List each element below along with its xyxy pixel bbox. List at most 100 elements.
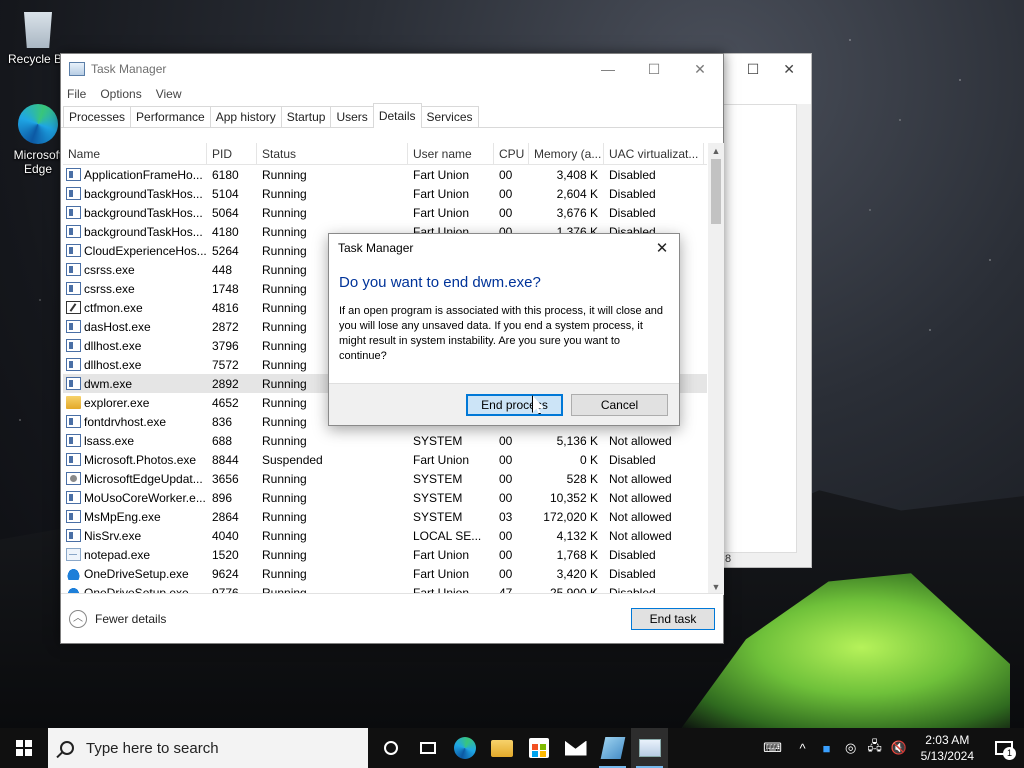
table-row[interactable]: MsMpEng.exe 2864 Running SYSTEM 03 172,020 K N…: [63, 507, 707, 526]
column-header-uac[interactable]: UAC virtualizat...: [604, 143, 704, 165]
app-window-icon: [66, 206, 81, 219]
desktop-icon-label: Microsoft Edge: [13, 148, 63, 176]
taskbar-clock[interactable]: 2:03 AM 5/13/2024: [911, 732, 984, 764]
process-name: ctfmon.exe: [84, 300, 143, 315]
keyboard-icon[interactable]: ⌨: [755, 740, 791, 756]
column-header-status[interactable]: Status: [257, 143, 408, 165]
chevron-up-icon[interactable]: ^: [791, 741, 815, 756]
app-window-icon: [66, 453, 81, 466]
column-header-pid[interactable]: PID: [207, 143, 257, 165]
cell-name: CloudExperienceHos...: [63, 244, 207, 258]
start-button[interactable]: [0, 728, 48, 768]
minimize-button[interactable]: —: [585, 54, 631, 84]
cell-name: explorer.exe: [63, 396, 207, 410]
app-window-icon: [66, 339, 81, 352]
process-name: dasHost.exe: [84, 319, 151, 334]
cancel-button[interactable]: Cancel: [571, 393, 668, 416]
cell-pid: 2872: [212, 319, 239, 334]
cell-name: lsass.exe: [63, 434, 207, 448]
desktop-icon-recycle-bin[interactable]: Recycle Bin: [8, 8, 71, 66]
cell-uac: Disabled: [609, 547, 656, 562]
cell-name: backgroundTaskHos...: [63, 225, 207, 239]
close-button[interactable]: ✕: [677, 54, 723, 84]
cell-memory: 4,132 K: [556, 528, 598, 543]
cell-status: Suspended: [262, 452, 323, 467]
table-row[interactable]: lsass.exe 688 Running SYSTEM 00 5,136 K Not al…: [63, 431, 707, 450]
windows-logo-icon: [16, 740, 32, 756]
taskbar-file-explorer[interactable]: [483, 728, 520, 768]
cell-memory: 172,020 K: [543, 509, 598, 524]
background-window-scrollbar[interactable]: [797, 104, 811, 553]
column-header-name[interactable]: Name: [63, 143, 207, 165]
background-window-hscrollbar[interactable]: 8: [723, 553, 811, 567]
cell-pid: 688: [212, 433, 233, 448]
table-row[interactable]: NisSrv.exe 4040 Running LOCAL SE... 00 4,132 …: [63, 526, 707, 545]
cell-pid: 9624: [212, 566, 239, 581]
taskbar-mail[interactable]: [557, 728, 594, 768]
taskbar-notepad[interactable]: [594, 728, 631, 768]
cell-name: ApplicationFrameHo...: [63, 168, 207, 182]
table-row[interactable]: OneDriveSetup.exe 9624 Running Fart Union 00…: [63, 564, 707, 583]
cell-pid: 448: [212, 262, 233, 277]
task-view-button[interactable]: [409, 728, 446, 768]
network-icon[interactable]: 🖧: [863, 737, 887, 759]
table-row[interactable]: backgroundTaskHos... 5064 Running Fart Unio…: [63, 203, 707, 222]
fewer-details-link[interactable]: Fewer details: [95, 612, 631, 626]
pen-icon: [66, 301, 81, 314]
process-name: backgroundTaskHos...: [84, 186, 203, 201]
column-header-user[interactable]: User name: [408, 143, 494, 165]
table-row[interactable]: Microsoft.Photos.exe 8844 Suspended Fart Un…: [63, 450, 707, 469]
action-center-button[interactable]: 1: [984, 728, 1024, 768]
tab-services[interactable]: Services: [420, 106, 479, 127]
tab-performance[interactable]: Performance: [130, 106, 211, 127]
maximize-icon[interactable]: ☐: [747, 61, 760, 78]
cell-memory: 3,420 K: [556, 566, 598, 581]
chevron-up-icon[interactable]: ︿: [69, 609, 87, 628]
dialog-close-icon[interactable]: ✕: [645, 239, 679, 257]
taskbar-edge[interactable]: [446, 728, 483, 768]
end-task-button[interactable]: End task: [631, 607, 715, 630]
table-row[interactable]: MicrosoftEdgeUpdat... 3656 Running SYSTEM 00…: [63, 469, 707, 488]
maximize-button[interactable]: ☐: [631, 54, 677, 84]
meet-icon[interactable]: ◎: [839, 740, 863, 756]
end-process-button[interactable]: End process: [466, 393, 563, 416]
cell-memory: 0 K: [579, 452, 598, 467]
menu-options[interactable]: Options: [100, 87, 141, 101]
table-row[interactable]: notepad.exe 1520 Running Fart Union 00 1,768 …: [63, 545, 707, 564]
tab-details[interactable]: Details: [372, 103, 422, 128]
window-titlebar[interactable]: Task Manager — ☐ ✕: [61, 54, 723, 84]
background-window[interactable]: ☐ ✕ 8: [722, 53, 812, 568]
cell-pid: 4816: [212, 300, 239, 315]
scroll-up-icon[interactable]: ▲: [708, 143, 724, 159]
taskbar-task-manager[interactable]: [631, 728, 668, 768]
desktop-icon-edge[interactable]: Microsoft Edge: [8, 104, 68, 176]
cell-name: OneDriveSetup.exe: [63, 567, 207, 581]
menu-file[interactable]: File: [67, 87, 86, 101]
cell-uac: Disabled: [609, 167, 656, 182]
defender-icon[interactable]: ■: [815, 741, 839, 756]
process-name: explorer.exe: [84, 395, 150, 410]
table-row[interactable]: MoUsoCoreWorker.e... 896 Running SYSTEM 00 10…: [63, 488, 707, 507]
tab-startup[interactable]: Startup: [280, 106, 332, 127]
vertical-scrollbar[interactable]: ▲ ▼: [708, 143, 724, 595]
taskbar-store[interactable]: [520, 728, 557, 768]
close-icon[interactable]: ✕: [783, 61, 795, 78]
tab-processes[interactable]: Processes: [63, 106, 132, 127]
end-process-dialog[interactable]: Task Manager ✕ Do you want to end dwm.ex…: [328, 233, 680, 426]
cell-pid: 4652: [212, 395, 239, 410]
table-row[interactable]: backgroundTaskHos... 5104 Running Fart Unio…: [63, 184, 707, 203]
column-header-memory[interactable]: Memory (a...: [529, 143, 604, 165]
taskbar-search-box[interactable]: Type here to search: [48, 728, 368, 768]
column-header-cpu[interactable]: CPU: [494, 143, 529, 165]
tab-users[interactable]: Users: [330, 106, 374, 127]
tab-app-history[interactable]: App history: [209, 106, 282, 127]
cell-cpu: 00: [499, 205, 513, 220]
process-name: notepad.exe: [84, 547, 151, 562]
cell-name: csrss.exe: [63, 282, 207, 296]
table-row[interactable]: ApplicationFrameHo... 6180 Running Fart Uni…: [63, 165, 707, 184]
volume-muted-icon[interactable]: 🔇: [887, 740, 911, 756]
menu-view[interactable]: View: [156, 87, 182, 101]
cortana-button[interactable]: [372, 728, 409, 768]
cell-pid: 7572: [212, 357, 239, 372]
scroll-thumb[interactable]: [711, 159, 721, 224]
